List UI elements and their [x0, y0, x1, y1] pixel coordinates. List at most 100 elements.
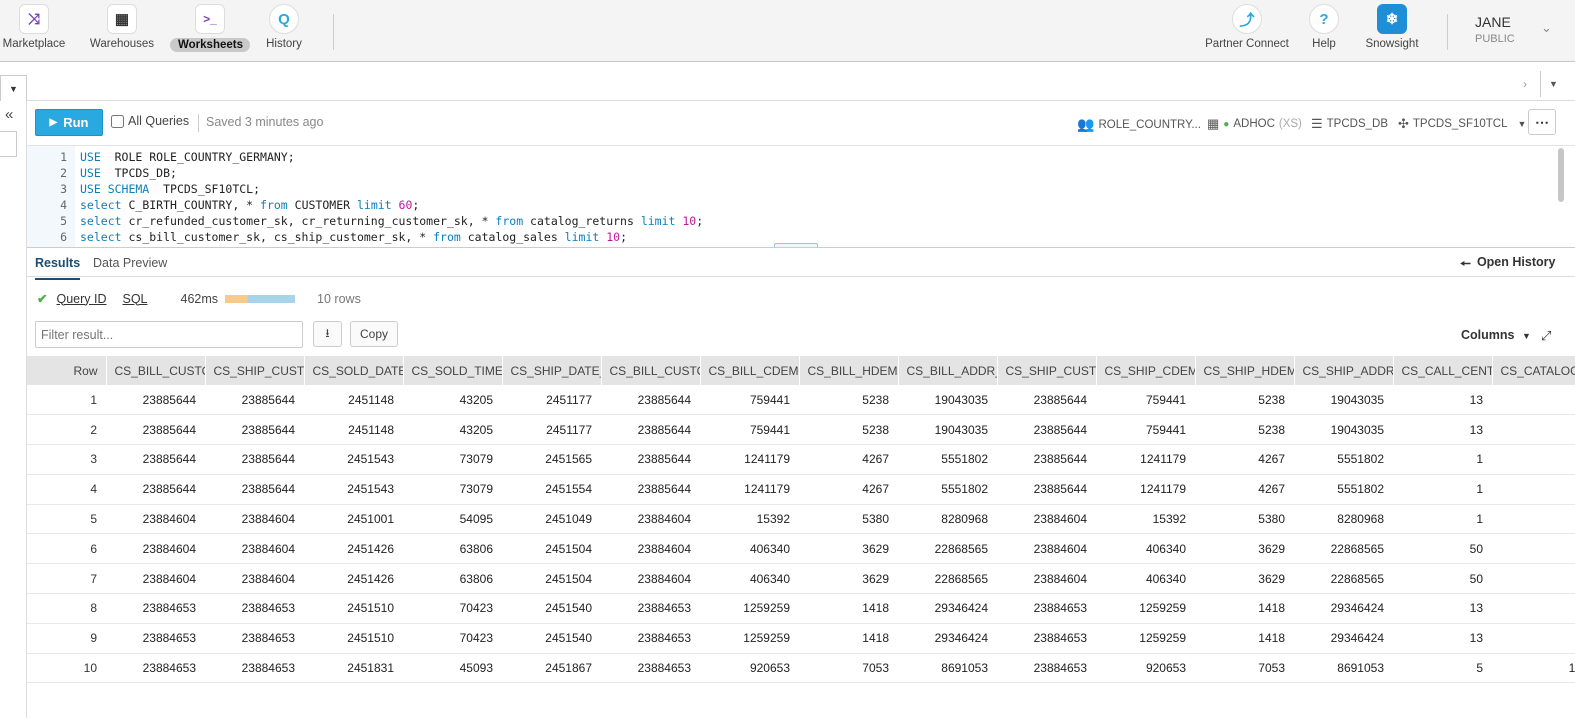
table-cell[interactable]: 23884604	[997, 533, 1096, 565]
row-number-cell[interactable]: 2	[27, 414, 106, 446]
nav-help[interactable]: ? Help	[1304, 4, 1344, 50]
table-cell[interactable]: 23885644	[997, 414, 1096, 446]
table-cell[interactable]: 1241179	[700, 444, 799, 475]
table-cell[interactable]: 5238	[799, 414, 898, 446]
sql-link[interactable]: SQL	[123, 292, 148, 306]
table-cell[interactable]: 1	[1393, 444, 1492, 475]
table-cell[interactable]: 1418	[1195, 593, 1294, 624]
table-cell[interactable]: 23885644	[106, 474, 205, 505]
tab-data-preview[interactable]: Data Preview	[93, 256, 167, 270]
chevron-right-icon[interactable]: ›	[1523, 77, 1527, 91]
table-cell[interactable]: 23884653	[205, 653, 304, 684]
table-cell[interactable]: 23884604	[106, 533, 205, 565]
all-queries-check[interactable]	[111, 114, 124, 128]
table-cell[interactable]: 63806	[403, 533, 502, 565]
row-number-header[interactable]: Row	[27, 356, 107, 385]
table-cell[interactable]: 23884604	[106, 504, 205, 535]
table-cell[interactable]: 23884604	[205, 504, 304, 535]
column-header[interactable]: CS_BILL_ADDR_SK	[898, 356, 998, 385]
column-header[interactable]: CS_SOLD_TIME_SK	[403, 356, 503, 385]
table-row[interactable]: 10 23884653 23884653 2451831 45093 2451867 238…	[27, 653, 1575, 684]
table-cell[interactable]: 22868565	[1294, 563, 1393, 595]
table-cell[interactable]: 5380	[799, 504, 898, 535]
table-cell[interactable]: 45093	[403, 653, 502, 684]
table-cell[interactable]: 4267	[799, 474, 898, 505]
nav-history[interactable]: Q History	[260, 4, 308, 50]
table-cell[interactable]: 4267	[1195, 444, 1294, 475]
table-cell[interactable]: 50	[1393, 533, 1492, 565]
table-cell[interactable]: 23884653	[601, 623, 700, 654]
table-cell[interactable]: 23884653	[205, 593, 304, 624]
table-cell[interactable]: 23884604	[205, 533, 304, 565]
table-cell[interactable]	[1492, 385, 1575, 416]
column-header[interactable]: CS_BILL_HDEMO_SK	[799, 356, 899, 385]
table-cell[interactable]: 1418	[799, 593, 898, 624]
table-cell[interactable]: 406340	[1096, 563, 1195, 595]
editor-scrollbar[interactable]	[1558, 148, 1564, 202]
table-cell[interactable]: 2451001	[304, 504, 403, 535]
table-cell[interactable]: 3629	[1195, 563, 1294, 595]
table-cell[interactable]: 3629	[799, 533, 898, 565]
table-cell[interactable]: 23884604	[601, 504, 700, 535]
table-row[interactable]: 1 23885644 23885644 2451148 43205 2451177 2388…	[27, 385, 1575, 416]
table-cell[interactable]: 13	[1393, 385, 1492, 416]
table-cell[interactable]: 22868565	[1294, 533, 1393, 565]
table-cell[interactable]: 23885644	[997, 474, 1096, 505]
filter-result-input[interactable]	[35, 321, 303, 348]
table-cell[interactable]	[1492, 444, 1575, 475]
row-number-cell[interactable]: 1	[27, 385, 106, 416]
nav-warehouses[interactable]: ▦ Warehouses	[86, 4, 158, 50]
table-cell[interactable]: 1241179	[700, 474, 799, 505]
table-cell[interactable]: 1259259	[700, 623, 799, 654]
row-number-cell[interactable]: 8	[27, 593, 106, 624]
table-cell[interactable]: 29346424	[1294, 623, 1393, 654]
table-cell[interactable]: 2451049	[502, 504, 601, 535]
column-header[interactable]: CS_CALL_CENTER_SK	[1393, 356, 1493, 385]
table-row[interactable]: 4 23885644 23885644 2451543 73079 2451554 2388…	[27, 474, 1575, 505]
table-cell[interactable]: 920653	[700, 653, 799, 684]
table-cell[interactable]: 23885644	[205, 385, 304, 416]
table-cell[interactable]: 2451426	[304, 563, 403, 595]
row-number-cell[interactable]: 3	[27, 444, 106, 475]
table-cell[interactable]: 29346424	[898, 593, 997, 624]
open-history-button[interactable]: 🠔 Open History	[1460, 255, 1555, 276]
table-cell[interactable]: 22868565	[898, 533, 997, 565]
table-cell[interactable]: 7053	[1195, 653, 1294, 684]
table-cell[interactable]: 23884604	[997, 504, 1096, 535]
table-cell[interactable]: 43205	[403, 414, 502, 446]
table-cell[interactable]: 23884653	[601, 593, 700, 624]
row-number-cell[interactable]: 9	[27, 623, 106, 654]
table-cell[interactable]: 73079	[403, 444, 502, 475]
table-row[interactable]: 3 23885644 23885644 2451543 73079 2451565 2388…	[27, 444, 1575, 475]
table-cell[interactable]: 5551802	[898, 444, 997, 475]
table-cell[interactable]: 23885644	[205, 444, 304, 475]
table-cell[interactable]: 23885644	[601, 444, 700, 475]
table-cell[interactable]: 1259259	[1096, 623, 1195, 654]
column-header[interactable]: CS_BILL_CUSTOMER_SK	[601, 356, 701, 385]
table-cell[interactable]: 23885644	[106, 444, 205, 475]
column-header[interactable]: CS_SHIP_CUSTOMER_SK	[205, 356, 305, 385]
table-cell[interactable]: 63806	[403, 563, 502, 595]
row-number-cell[interactable]: 4	[27, 474, 106, 505]
table-cell[interactable]: 23885644	[997, 385, 1096, 416]
table-cell[interactable]: 43205	[403, 385, 502, 416]
table-cell[interactable]: 15392	[700, 504, 799, 535]
nav-snowsight[interactable]: ❄ Snowsight	[1360, 4, 1424, 50]
download-button[interactable]: ⭳	[313, 321, 342, 347]
table-row[interactable]: 5 23884604 23884604 2451001 54095 2451049 2388…	[27, 504, 1575, 535]
table-cell[interactable]	[1492, 563, 1575, 595]
table-cell[interactable]: 23885644	[205, 474, 304, 505]
row-number-cell[interactable]: 5	[27, 504, 106, 535]
table-cell[interactable]: 5238	[1195, 385, 1294, 416]
table-cell[interactable]: 19043035	[1294, 414, 1393, 446]
table-cell[interactable]: 13	[1393, 623, 1492, 654]
table-cell[interactable]: 29346424	[1294, 593, 1393, 624]
table-cell[interactable]: 3629	[1195, 533, 1294, 565]
nav-partner-connect[interactable]: ⤴ Partner Connect	[1200, 4, 1294, 50]
column-header[interactable]: CS_BILL_CUSTOMER_SK	[106, 356, 206, 385]
table-cell[interactable]: 23885644	[106, 414, 205, 446]
table-cell[interactable]: 2451543	[304, 444, 403, 475]
table-cell[interactable]: 50	[1393, 563, 1492, 595]
table-cell[interactable]: 1418	[799, 623, 898, 654]
columns-button[interactable]: Columns ▼	[1461, 328, 1531, 342]
